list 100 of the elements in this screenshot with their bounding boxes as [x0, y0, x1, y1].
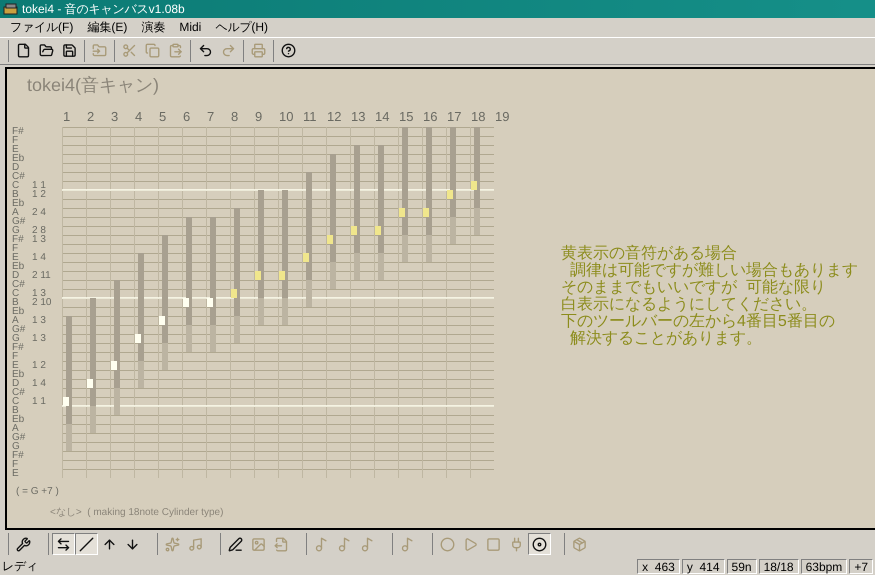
note-label: B — [12, 190, 19, 199]
status-panel: 18/18 — [758, 558, 799, 574]
column-number: 15 — [398, 108, 414, 126]
note-count: 1 3 — [32, 234, 46, 244]
stop-icon — [486, 536, 501, 552]
column-number: 17 — [446, 108, 462, 126]
column-number: 1 — [62, 108, 72, 126]
note-count: 1 4 — [32, 252, 46, 262]
note-label: A — [12, 316, 19, 325]
note-label: G — [12, 442, 20, 451]
save-icon — [62, 43, 77, 58]
note-count: 1 2 — [32, 190, 46, 199]
open-folder-icon — [39, 43, 54, 58]
status-panel: +7 — [849, 558, 873, 574]
toolbar-button[interactable] — [75, 533, 98, 556]
hint-text: 解決することがあります。 — [568, 330, 763, 347]
note-label: E — [12, 144, 19, 154]
hint-text: 下のツールバーの左から4番目5番目の — [561, 312, 836, 330]
note-label: Eb — [12, 370, 26, 379]
column-number: 9 — [254, 108, 264, 126]
status-panel: x 463 — [637, 558, 680, 574]
paste-icon — [168, 43, 183, 58]
menu-item[interactable]: ファイル(F) — [3, 18, 80, 36]
status-panel: y 414 — [682, 558, 725, 574]
copy-icon — [145, 43, 160, 58]
column-number: 14 — [374, 108, 390, 126]
note-label: F# — [12, 234, 25, 244]
menu-item[interactable]: 編集(E) — [80, 18, 134, 36]
note-label: D — [12, 270, 20, 280]
column-number: 11 — [302, 108, 318, 126]
column-number: 12 — [326, 108, 342, 126]
toolbar-button[interactable] — [52, 533, 75, 556]
note-label: G# — [12, 324, 26, 334]
note-label: Eb — [12, 154, 26, 163]
hint-text: 黄表示の音符がある場合 — [561, 244, 738, 262]
transpose-label: ( = G +7 ) — [16, 484, 60, 499]
pen-icon — [228, 536, 243, 552]
note-count: 1 3 — [32, 316, 46, 325]
column-number: 16 — [422, 108, 438, 126]
box-icon — [572, 536, 587, 552]
note-count: 1 2 — [32, 360, 46, 370]
line-icon — [79, 536, 94, 552]
note-label: F# — [12, 450, 25, 460]
column-number: 2 — [86, 108, 96, 126]
printer-icon — [251, 43, 266, 58]
note-label: F — [12, 460, 20, 469]
footer-text: <なし> ( making 18note Cylinder type) — [50, 506, 224, 520]
music-notes-icon — [188, 536, 203, 552]
app-icon — [3, 2, 19, 16]
note-label: G — [12, 334, 20, 343]
note-count: 1 1 — [32, 396, 46, 406]
note-label: B — [12, 406, 19, 415]
menu-item[interactable]: Midi — [172, 18, 208, 36]
music-note-icon — [314, 536, 329, 552]
toolbar-button[interactable] — [528, 533, 551, 556]
plug-icon — [509, 536, 524, 552]
note-label: C# — [12, 172, 26, 181]
note-label: A — [12, 208, 19, 217]
help-icon — [281, 43, 296, 58]
wrench-icon — [16, 536, 31, 552]
note-label: F — [12, 244, 20, 253]
hint-text: 調律は可能ですが難しい場合もあります — [568, 262, 858, 279]
note-label: D — [12, 162, 20, 172]
note-count: 2 11 — [32, 270, 51, 280]
note-count: 2 4 — [32, 208, 46, 217]
note-label: F# — [12, 126, 25, 136]
note-count: 1 1 — [32, 180, 46, 190]
window-title: tokei4 - 音のキャンバスv1.08b — [22, 1, 185, 18]
column-number: 7 — [206, 108, 216, 126]
column-number: 5 — [158, 108, 168, 126]
status-panel: 59n — [726, 558, 757, 574]
note-label: G# — [12, 216, 26, 226]
note-label: Eb — [12, 306, 26, 316]
music-note-icon — [337, 536, 352, 552]
swap-arrows-icon — [56, 536, 71, 552]
down-arrow-icon — [125, 536, 140, 552]
note-label: G — [12, 226, 20, 235]
note-label: C# — [12, 280, 26, 289]
column-number: 4 — [134, 108, 144, 126]
note-label: B — [12, 298, 19, 307]
note-label: C — [12, 288, 20, 298]
new-file-icon — [16, 43, 31, 58]
export-icon — [274, 536, 289, 552]
note-label: F — [12, 352, 20, 361]
note-label: E — [12, 252, 19, 262]
column-number: 19 — [494, 108, 510, 126]
note-label: C — [12, 180, 20, 190]
menu-item[interactable]: ヘルプ(H) — [208, 18, 276, 36]
score-title: tokei4(音キャン) — [27, 74, 160, 97]
note-count: 2 10 — [32, 298, 52, 307]
note-label: E — [12, 360, 19, 370]
column-number: 13 — [350, 108, 366, 126]
note-label: A — [12, 424, 19, 433]
menu-item[interactable]: 演奏 — [134, 18, 172, 36]
scissors-icon — [122, 43, 137, 58]
music-note-icon — [360, 536, 375, 552]
column-number: 3 — [110, 108, 120, 126]
image-icon — [251, 536, 266, 552]
note-label: Eb — [12, 198, 26, 208]
note-label: E — [12, 468, 20, 478]
